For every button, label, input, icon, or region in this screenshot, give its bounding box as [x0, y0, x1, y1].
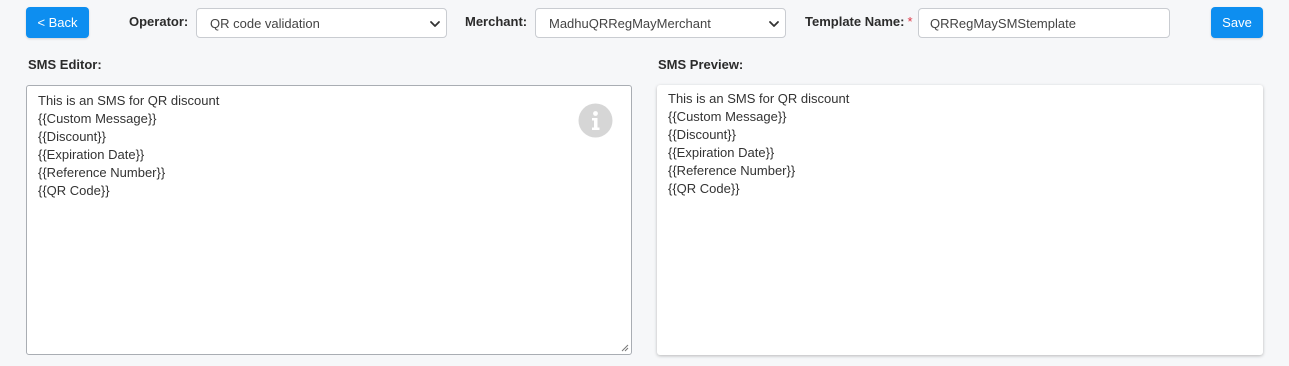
toolbar: < Back Operator: QR code validation Merc…: [0, 0, 1289, 46]
sms-editor-line: {{QR Code}}: [38, 183, 110, 198]
merchant-select[interactable]: MadhuQRRegMayMerchant: [535, 8, 786, 38]
sms-preview-line: This is an SMS for QR discount: [668, 91, 850, 106]
sms-preview-label: SMS Preview:: [658, 57, 744, 72]
chevron-down-icon: [769, 21, 779, 27]
sms-editor-line: {{Expiration Date}}: [38, 147, 145, 162]
sms-editor-line: {{Discount}}: [38, 129, 106, 144]
sms-editor-line: This is an SMS for QR discount: [38, 93, 220, 108]
info-circle-icon[interactable]: [578, 103, 613, 138]
template-name-label: Template Name: *: [805, 14, 913, 29]
chevron-down-icon: [430, 21, 440, 27]
sms-editor-line: {{Reference Number}}: [38, 165, 166, 180]
resize-handle-icon[interactable]: [619, 342, 629, 352]
sms-preview-line: {{Expiration Date}}: [668, 145, 775, 160]
sms-preview-line: {{Discount}}: [668, 127, 736, 142]
template-name-value: QRRegMaySMStemplate: [930, 15, 1076, 31]
sms-preview-line: {{QR Code}}: [668, 181, 740, 196]
merchant-select-value: MadhuQRRegMayMerchant: [549, 15, 711, 31]
template-name-input[interactable]: QRRegMaySMStemplate: [918, 8, 1170, 38]
sms-editor-content: This is an SMS for QR discount {{Custom …: [38, 92, 219, 200]
sms-preview-line: {{Custom Message}}: [668, 109, 787, 124]
sms-editor-label: SMS Editor:: [28, 57, 102, 72]
sms-preview-line: {{Reference Number}}: [668, 163, 796, 178]
operator-select[interactable]: QR code validation: [196, 8, 447, 38]
sms-preview-panel: This is an SMS for QR discount {{Custom …: [657, 85, 1263, 355]
save-button[interactable]: Save: [1211, 7, 1263, 38]
back-button[interactable]: < Back: [26, 7, 89, 38]
merchant-label: Merchant:: [465, 14, 528, 29]
operator-label: Operator:: [129, 14, 189, 29]
operator-select-value: QR code validation: [210, 15, 320, 31]
required-marker: *: [907, 14, 913, 29]
sms-preview-content: This is an SMS for QR discount {{Custom …: [668, 90, 849, 198]
sms-editor-textarea[interactable]: This is an SMS for QR discount {{Custom …: [26, 85, 632, 355]
sms-editor-line: {{Custom Message}}: [38, 111, 157, 126]
template-name-label-text: Template Name:: [805, 14, 905, 29]
